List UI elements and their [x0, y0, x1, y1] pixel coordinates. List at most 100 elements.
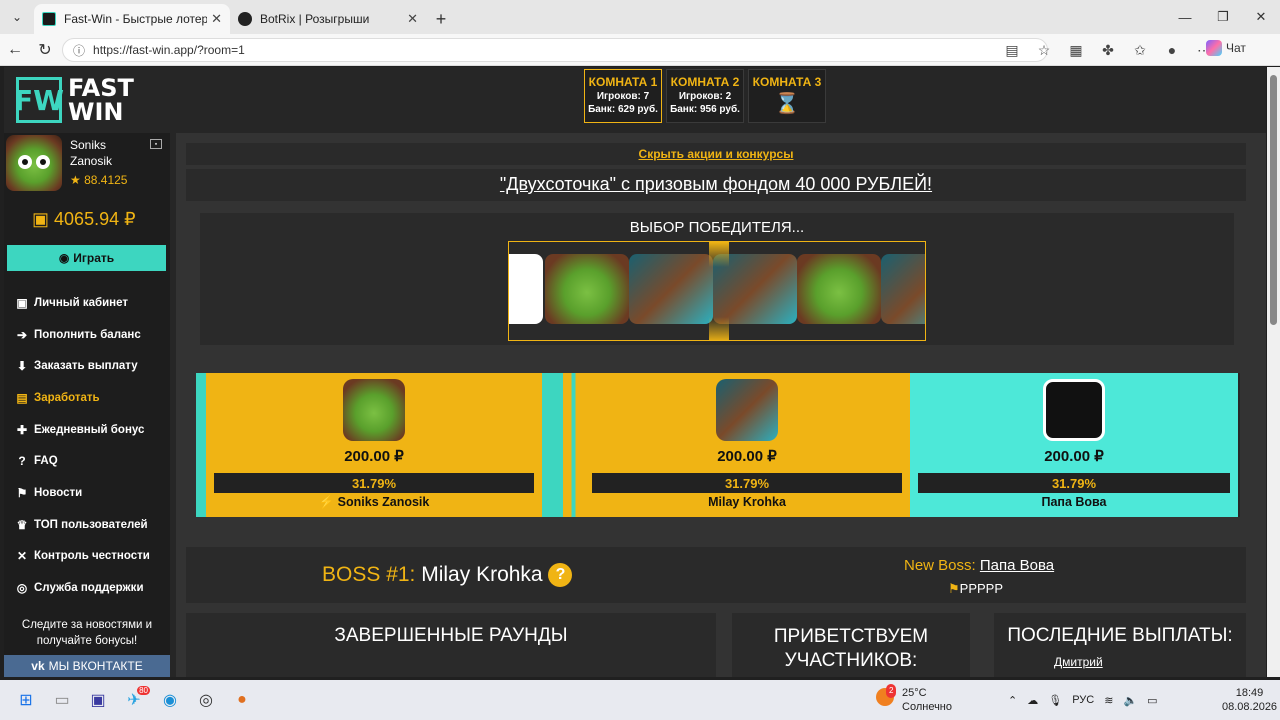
- page-scrollbar[interactable]: [1267, 67, 1280, 677]
- site-logo[interactable]: FW FAST WIN: [14, 75, 141, 126]
- scrollbar-thumb[interactable]: [1270, 75, 1277, 325]
- sidebar-menu-label: FAQ: [34, 455, 58, 468]
- sidebar-menu-item[interactable]: ⚑ Новости: [14, 477, 150, 509]
- window-controls: — ❐ ✕: [1166, 0, 1280, 34]
- start-button-icon[interactable]: ⊞: [8, 682, 44, 718]
- play-label: Играть: [73, 251, 115, 265]
- room-2-tab[interactable]: КОМНАТА 2 Игроков: 2 Банк: 956 руб.: [666, 69, 744, 123]
- sidebar-menu-item[interactable]: ✚ Ежедневный бонус: [14, 414, 150, 446]
- edge-browser-icon[interactable]: ◉: [152, 682, 188, 718]
- bets-row: 200.00 ₽ 31.79% ⚡ Soniks Zanosik 200.00 …: [196, 373, 1240, 517]
- reader-mode-icon[interactable]: ▤: [996, 42, 1028, 59]
- completed-rounds-title: ЗАВЕРШЕННЫЕ РАУНДЫ: [334, 625, 568, 646]
- close-tab-icon[interactable]: ✕: [407, 11, 418, 27]
- new-tab-button[interactable]: +: [426, 4, 456, 34]
- extension-icon[interactable]: ▦: [1060, 42, 1092, 59]
- sidebar-menu-item[interactable]: ⬇ Заказать выплату: [14, 350, 150, 382]
- vk-icon: vk: [31, 659, 45, 673]
- promo-banner-link[interactable]: "Двухсоточка" с призовым фондом 40 000 Р…: [186, 169, 1246, 201]
- sidebar-menu-label: Личный кабинет: [34, 296, 128, 309]
- browser-toolbar: ← ↻ ⓘ https://fast-win.app/?room=1 ▤ ☆ ▦…: [0, 34, 1280, 66]
- website-viewport: FW FAST WIN КОМНАТА 1 Игроков: 7 Банк: 6…: [4, 67, 1266, 677]
- user-avatar[interactable]: [6, 135, 62, 191]
- balance-value: 4065.94 ₽: [54, 209, 136, 229]
- user-rating: ★ 88.4125: [70, 173, 128, 187]
- vk-button[interactable]: vk МЫ ВКОНТАКТЕ: [4, 655, 170, 677]
- copilot-chat-button[interactable]: Чат: [1206, 40, 1246, 56]
- profile-avatar-icon[interactable]: ●: [1156, 42, 1188, 58]
- payout-name[interactable]: Дмитрий: [1054, 655, 1246, 669]
- sidebar-menu-item[interactable]: ♛ ТОП пользователей: [14, 509, 150, 541]
- boss-flags-text: PPPPP: [959, 581, 1004, 596]
- winner-selection-panel: ВЫБОР ПОБЕДИТЕЛЯ...: [200, 213, 1234, 345]
- browser-tab-fastwin[interactable]: Fast-Win - Быстрые лотереи! Ком ✕: [34, 4, 230, 34]
- reel-avatar-pig: [545, 254, 629, 324]
- favorite-star-icon[interactable]: ☆: [1028, 42, 1060, 59]
- fastwin-favicon-icon: [42, 12, 56, 26]
- clock[interactable]: 18:49 08.08.2026: [1222, 686, 1277, 714]
- tray-expand-icon[interactable]: ⌃: [1008, 694, 1017, 707]
- bet-card[interactable]: 200.00 ₽ 31.79% Milay Krohka: [584, 373, 910, 517]
- bet-card[interactable]: 200.00 ₽ 31.79% Папа Вова: [910, 373, 1238, 517]
- notification-badge: 2: [886, 684, 897, 698]
- sidebar-menu-item[interactable]: ➔ Пополнить баланс: [14, 319, 150, 351]
- maximize-icon[interactable]: ❐: [1204, 0, 1242, 34]
- battery-icon[interactable]: ▭: [1147, 694, 1157, 707]
- favorites-icon[interactable]: ✩: [1124, 42, 1156, 59]
- bet-card[interactable]: 200.00 ₽ 31.79% ⚡ Soniks Zanosik: [206, 373, 542, 517]
- close-window-icon[interactable]: ✕: [1242, 0, 1280, 34]
- room-3-tab[interactable]: КОМНАТА 3 ⌛: [748, 69, 826, 123]
- volume-icon[interactable]: 🔈: [1123, 694, 1137, 707]
- back-icon[interactable]: ←: [0, 35, 30, 65]
- sidebar-menu-item[interactable]: ◎ Служба поддержки: [14, 572, 150, 604]
- play-button[interactable]: ◉ Играть: [7, 245, 166, 271]
- file-explorer-icon[interactable]: ▭: [44, 682, 80, 718]
- room-1-tab[interactable]: КОМНАТА 1 Игроков: 7 Банк: 629 руб.: [584, 69, 662, 123]
- logo-mark: FW: [14, 77, 64, 123]
- cloud-icon[interactable]: ☁: [1027, 694, 1038, 707]
- bet-percent: 31.79%: [918, 473, 1230, 493]
- extensions-puzzle-icon[interactable]: ✤: [1092, 42, 1124, 59]
- reload-icon[interactable]: ↻: [30, 35, 60, 65]
- bookmark-icon: ⚑: [16, 485, 28, 500]
- wifi-icon[interactable]: ≋: [1104, 694, 1113, 707]
- bet-amount: 200.00 ₽: [344, 448, 404, 465]
- boss-current: BOSS #1: Milay Krohka ?: [322, 563, 573, 588]
- gift-icon: ✚: [16, 422, 28, 437]
- bet-avatar-dog: [1043, 379, 1105, 441]
- weather-temp: 25°C: [902, 687, 927, 699]
- boss-help-icon[interactable]: ?: [548, 563, 573, 588]
- sidebar-menu-item[interactable]: ▤ Заработать: [14, 382, 150, 414]
- sidebar-menu-label: Ежедневный бонус: [34, 423, 145, 436]
- browser-tab-botrix[interactable]: BotRix | Розыгрыши ✕: [230, 4, 426, 34]
- sidebar-menu-item[interactable]: ✕ Контроль честности: [14, 541, 150, 573]
- new-boss-name[interactable]: Папа Вова: [980, 557, 1054, 574]
- weather-widget[interactable]: 2 25°C Солнечно: [876, 684, 952, 714]
- hide-promos-link[interactable]: Скрыть акции и конкурсы: [186, 143, 1246, 165]
- trophy-icon: ♛: [16, 517, 28, 532]
- site-info-icon[interactable]: ⓘ: [73, 42, 85, 59]
- app-icon[interactable]: ▣: [80, 682, 116, 718]
- sidebar-menu-label: Заработать: [34, 391, 100, 404]
- room-name: КОМНАТА 3: [752, 75, 822, 89]
- telegram-icon[interactable]: ✈ 80: [116, 682, 152, 718]
- tab-title: BotRix | Розыгрыши: [260, 12, 370, 26]
- user-card-icon[interactable]: ▪: [150, 139, 162, 149]
- user-name[interactable]: Soniks Zanosik: [70, 137, 112, 169]
- minimize-icon[interactable]: —: [1166, 0, 1204, 34]
- microphone-app-icon[interactable]: ●: [224, 682, 260, 718]
- obs-icon[interactable]: ◎: [188, 682, 224, 718]
- logo-line2: WIN: [68, 98, 124, 126]
- sidebar-menu-item[interactable]: ? FAQ: [14, 445, 150, 477]
- bet-name: Milay Krohka: [708, 495, 786, 509]
- user-last-name: Zanosik: [70, 154, 113, 168]
- sidebar-menu-label: ТОП пользователей: [34, 518, 148, 531]
- sidebar-menu-item[interactable]: ▣ Личный кабинет: [14, 287, 150, 319]
- address-bar[interactable]: ⓘ https://fast-win.app/?room=1: [62, 38, 1048, 62]
- close-tab-icon[interactable]: ✕: [211, 11, 222, 27]
- reel-avatar-woman: [881, 254, 925, 324]
- mic-icon[interactable]: 🎙: [1048, 694, 1062, 707]
- language-indicator[interactable]: РУС: [1072, 694, 1094, 706]
- reel-avatar-woman: [629, 254, 713, 324]
- tab-list-dropdown-icon[interactable]: ⌄: [0, 0, 34, 34]
